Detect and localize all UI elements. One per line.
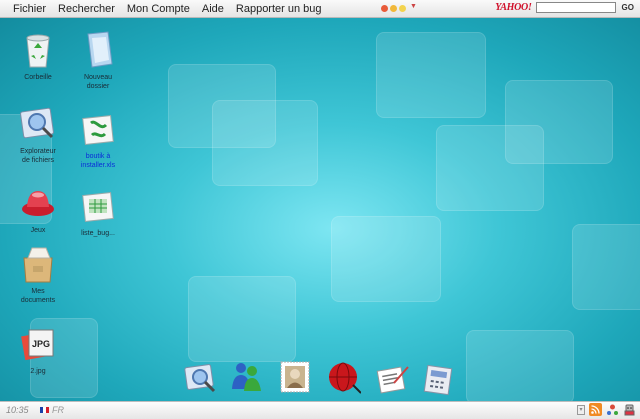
jpg-file-icon: JPG (21, 329, 54, 361)
yellow-dot-icon[interactable] (399, 5, 406, 12)
desktop-icon-2jpg[interactable]: JPG 2.jpg (3, 324, 73, 376)
orange-dot-icon[interactable] (390, 5, 397, 12)
desktop-icon-nouveau-dossier[interactable]: Nouveau dossier (63, 30, 133, 91)
clock: 10:35 (6, 405, 29, 415)
desktop-icon-mes-documents[interactable]: Mes documents (3, 244, 73, 305)
search-area: YAHOO! GO (495, 2, 636, 13)
window-dots (381, 5, 406, 12)
desktop-icon-boutik[interactable]: boutik à installer.xls (63, 109, 133, 170)
web-browser-icon[interactable] (325, 359, 361, 395)
system-tray: ▾ (577, 403, 636, 416)
svg-text:JPG: JPG (32, 339, 50, 349)
go-button[interactable]: GO (620, 3, 636, 12)
dropdown-arrow-icon[interactable]: ▼ (410, 3, 417, 10)
bg-tile (572, 224, 640, 310)
icon-label: boutik à installer.xls (80, 153, 116, 169)
icon-label: Mes documents (20, 288, 56, 304)
bg-tile (436, 125, 544, 211)
icon-label: 2.jpg (30, 368, 46, 375)
desktop-icon-liste-bug[interactable]: liste_bug... (63, 186, 133, 238)
recycle-bin-icon (26, 34, 50, 68)
bg-tile (466, 330, 574, 401)
documents-box-icon (23, 247, 53, 283)
spreadsheet-file-icon (82, 115, 114, 145)
menu-rechercher[interactable]: Rechercher (52, 3, 121, 15)
bg-tile (188, 276, 296, 362)
file-explorer-icon (20, 107, 54, 139)
games-icon (22, 191, 54, 216)
robot-icon[interactable] (623, 403, 636, 416)
menu-aide[interactable]: Aide (196, 3, 230, 15)
icon-label: liste_bug... (81, 230, 115, 237)
french-flag-icon (40, 407, 49, 413)
icon-label: Nouveau dossier (83, 74, 113, 90)
menu-bar: Fichier Rechercher Mon Compte Aide Rappo… (0, 0, 640, 18)
mail-stamp-icon[interactable] (277, 359, 313, 395)
bg-tile (212, 100, 318, 186)
red-dot-icon[interactable] (381, 5, 388, 12)
menu-rapporter-bug[interactable]: Rapporter un bug (230, 3, 328, 15)
language-selector[interactable]: FR (40, 405, 64, 415)
explorer-icon[interactable] (183, 361, 219, 397)
network-icon[interactable] (606, 403, 619, 416)
taskbar: 10:35 FR ▾ (0, 401, 640, 419)
yahoo-logo: YAHOO! (495, 2, 532, 13)
calculator-icon[interactable] (420, 362, 456, 398)
spreadsheet-file-icon (82, 192, 114, 222)
language-code: FR (52, 405, 64, 415)
bg-tile (331, 216, 441, 302)
menu-mon-compte[interactable]: Mon Compte (121, 3, 196, 15)
bg-tile (376, 32, 486, 118)
menu-fichier[interactable]: Fichier (0, 3, 52, 15)
folder-icon (87, 31, 113, 68)
search-input[interactable] (535, 2, 616, 13)
dropdown-box-icon[interactable]: ▾ (577, 404, 585, 415)
rss-feed-icon[interactable] (589, 403, 602, 416)
messenger-icon[interactable] (228, 359, 264, 395)
text-editor-icon[interactable] (374, 361, 410, 397)
desktop: Corbeille Explorateur de fichiers Jeux M… (0, 18, 640, 401)
